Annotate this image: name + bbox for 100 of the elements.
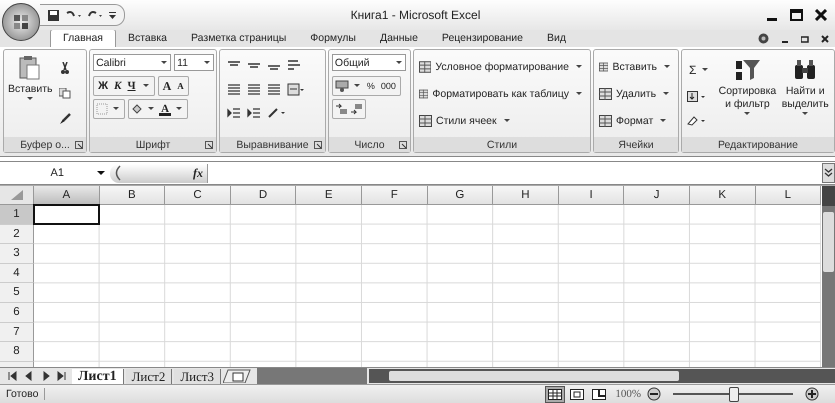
grow-font-button[interactable]: A bbox=[160, 78, 174, 94]
launcher-icon[interactable] bbox=[205, 141, 214, 149]
column-header[interactable]: K bbox=[690, 186, 756, 205]
column-header[interactable]: E bbox=[296, 186, 362, 205]
cells-button[interactable]: Формат bbox=[597, 114, 675, 128]
zoom-in-icon[interactable] bbox=[805, 387, 819, 401]
column-header[interactable]: D bbox=[230, 186, 296, 205]
sheet-tab[interactable]: Лист2 bbox=[126, 368, 172, 384]
save-icon[interactable] bbox=[48, 10, 59, 20]
ribbon-tab[interactable]: Данные bbox=[368, 30, 430, 47]
increase-decimal-icon[interactable] bbox=[334, 102, 348, 114]
shrink-font-button[interactable]: A bbox=[175, 78, 186, 94]
row-header[interactable]: 4 bbox=[0, 264, 34, 284]
column-header[interactable]: G bbox=[428, 186, 494, 205]
zoom-out-icon[interactable] bbox=[647, 387, 661, 401]
style-button[interactable]: Условное форматирование bbox=[417, 60, 587, 74]
column-header[interactable]: B bbox=[100, 186, 166, 205]
vertical-scrollbar[interactable] bbox=[822, 186, 835, 367]
row-header[interactable]: 8 bbox=[0, 342, 34, 362]
close-icon[interactable] bbox=[815, 9, 827, 21]
view-button[interactable] bbox=[545, 386, 566, 402]
thousands-button[interactable]: 000 bbox=[378, 78, 398, 94]
style-button[interactable]: Стили ячеек bbox=[417, 114, 587, 128]
horizontal-scrollbar[interactable] bbox=[369, 369, 835, 383]
active-cell[interactable] bbox=[33, 204, 100, 225]
find-select-button[interactable]: Найти и выделить bbox=[779, 53, 831, 134]
number-format-field[interactable]: Общий bbox=[332, 54, 406, 71]
style-button[interactable]: Форматировать как таблицу bbox=[417, 86, 587, 100]
font-name-field[interactable]: Calibri bbox=[93, 54, 172, 71]
table-icon bbox=[419, 88, 428, 100]
merge-icon[interactable] bbox=[287, 82, 306, 96]
group-label: Число bbox=[354, 138, 385, 150]
borders-icon[interactable] bbox=[96, 102, 108, 114]
launcher-icon[interactable] bbox=[399, 141, 407, 149]
ribbon-tab[interactable]: Главная bbox=[50, 29, 116, 47]
sort-filter-icon bbox=[733, 57, 762, 83]
ribbon-tab[interactable]: Разметка страницы bbox=[179, 30, 298, 47]
sheet-tab[interactable]: Лист1 bbox=[72, 368, 124, 384]
indent-icon[interactable] bbox=[247, 107, 262, 119]
group-label: Шрифт bbox=[136, 138, 170, 150]
column-header[interactable]: C bbox=[165, 186, 231, 205]
row-header[interactable]: 3 bbox=[0, 244, 34, 264]
ribbon-tab[interactable]: Вставка bbox=[116, 30, 179, 47]
italic-button[interactable]: К bbox=[112, 78, 124, 94]
ribbon-tab[interactable]: Вид bbox=[534, 30, 578, 47]
restore-icon[interactable] bbox=[801, 34, 809, 42]
orientation-icon[interactable] bbox=[267, 107, 288, 119]
scissors-icon[interactable] bbox=[60, 62, 70, 74]
indent-icon[interactable] bbox=[227, 107, 242, 119]
row-header[interactable]: 5 bbox=[0, 283, 34, 303]
row-header[interactable]: 6 bbox=[0, 302, 34, 323]
column-header[interactable]: L bbox=[756, 186, 822, 205]
new-sheet-icon[interactable] bbox=[223, 369, 252, 383]
percent-button[interactable]: % bbox=[364, 78, 377, 94]
cells-button[interactable]: Удалить bbox=[597, 86, 675, 100]
font-color-button[interactable]: A bbox=[159, 102, 172, 116]
ribbon-tab[interactable]: Рецензирование bbox=[430, 30, 535, 47]
close-icon[interactable] bbox=[821, 34, 829, 42]
row-header[interactable]: 7 bbox=[0, 322, 34, 342]
autosum-button[interactable]: Σ bbox=[687, 62, 714, 78]
row-header[interactable]: 1 bbox=[0, 205, 34, 225]
sheet-tab[interactable]: Лист3 bbox=[174, 368, 222, 384]
launcher-icon[interactable] bbox=[75, 141, 84, 149]
name-box[interactable]: A1 bbox=[3, 167, 110, 179]
office-button[interactable] bbox=[2, 3, 40, 41]
align-lines-icon[interactable] bbox=[247, 83, 262, 95]
window-title: Книга1 - Microsoft Excel bbox=[350, 8, 482, 22]
group-label: Редактирование bbox=[718, 138, 798, 150]
row-header[interactable]: 2 bbox=[0, 224, 34, 244]
underline-button[interactable]: Ч bbox=[126, 78, 138, 94]
insert-function-button[interactable]: fx bbox=[193, 166, 203, 180]
group-label: Стили bbox=[486, 138, 518, 150]
fill-color-icon[interactable] bbox=[131, 102, 144, 114]
wrap-text-icon[interactable] bbox=[287, 58, 302, 72]
copy-icon[interactable] bbox=[58, 88, 71, 99]
group-label: Ячейки bbox=[618, 138, 654, 150]
help-icon[interactable] bbox=[758, 33, 769, 44]
column-header[interactable]: H bbox=[493, 186, 559, 205]
paste-button[interactable]: Вставить bbox=[7, 53, 54, 134]
align-lines-icon[interactable] bbox=[267, 83, 282, 95]
bold-button[interactable]: Ж bbox=[96, 78, 110, 94]
sort-filter-button[interactable]: Сортировка и фильтр bbox=[718, 53, 776, 134]
zoom-slider-thumb[interactable] bbox=[729, 387, 739, 402]
expand-icon[interactable] bbox=[822, 163, 835, 183]
clipboard-icon bbox=[19, 55, 42, 81]
ribbon-tab[interactable]: Формулы bbox=[298, 30, 368, 47]
decrease-decimal-icon[interactable] bbox=[350, 102, 363, 114]
column-header[interactable]: F bbox=[362, 186, 428, 205]
eraser-icon[interactable] bbox=[687, 114, 707, 126]
column-header[interactable]: I bbox=[558, 186, 624, 205]
column-header[interactable]: A bbox=[34, 186, 100, 205]
align-lines-icon[interactable] bbox=[227, 83, 242, 95]
zoom-level: 100% bbox=[615, 388, 641, 400]
fill-down-icon[interactable] bbox=[687, 90, 707, 102]
column-header[interactable]: J bbox=[624, 186, 690, 205]
customize-icon[interactable] bbox=[109, 10, 116, 20]
cells-button[interactable]: Вставить bbox=[597, 60, 675, 74]
maximize-icon[interactable] bbox=[790, 9, 803, 21]
font-size-field[interactable]: 11 bbox=[174, 54, 214, 71]
launcher-icon[interactable] bbox=[314, 141, 322, 149]
